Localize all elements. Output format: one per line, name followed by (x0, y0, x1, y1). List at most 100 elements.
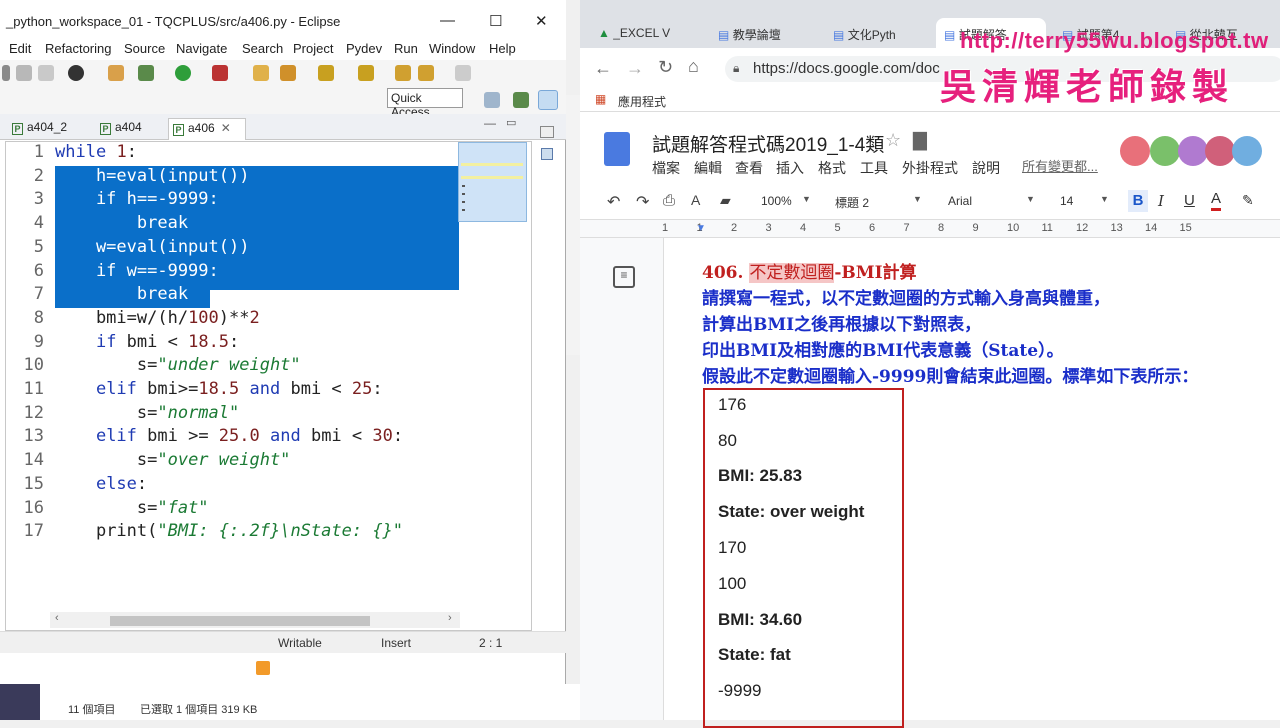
horizontal-scrollbar[interactable]: ‹ › (50, 612, 460, 628)
last-edit-icon[interactable] (395, 65, 411, 81)
last-edit-link[interactable]: 所有變更都... (1022, 156, 1098, 175)
scroll-left-icon[interactable]: ‹ (55, 612, 59, 624)
browser-tab-active[interactable]: ▤ 試題解答 (936, 18, 1046, 48)
save-all-icon[interactable] (38, 65, 54, 81)
back-icon[interactable] (418, 65, 434, 81)
code-line[interactable]: w=eval(input()) (55, 237, 250, 257)
forward-icon[interactable] (455, 65, 471, 81)
open-folder-icon[interactable] (253, 65, 269, 81)
code-line[interactable]: print("BMI: {:.2f}\nState: {}" (55, 521, 403, 541)
scroll-thumb[interactable] (110, 616, 370, 626)
code-line[interactable]: else: (55, 474, 147, 494)
minimize-button[interactable]: — (440, 12, 455, 29)
browser-tab[interactable]: ▤ 教學論壇 (718, 18, 781, 48)
code-line[interactable]: if w==-9999: (55, 261, 219, 281)
code-line[interactable]: break (55, 213, 188, 233)
undo-icon[interactable]: ↶ (607, 192, 620, 212)
minimize-view-icon[interactable]: — (484, 116, 496, 130)
menu-help[interactable]: 說明 (972, 158, 1000, 178)
open-perspective-icon[interactable] (484, 92, 500, 108)
text-color-button[interactable]: A (1211, 190, 1222, 211)
menu-window[interactable]: Window (429, 41, 475, 56)
code-editor[interactable]: 1 2 3 4 5 6 7 8 9 10 11 12 13 14 15 16 17 while 1: h=eva… (5, 141, 532, 631)
editor-overview-ruler[interactable] (458, 142, 527, 222)
font-select[interactable]: Arial (948, 194, 972, 208)
forward-icon[interactable]: → (626, 58, 644, 79)
apps-bookmark[interactable]: 應用程式 (618, 93, 666, 110)
code-line[interactable]: if h==-9999: (55, 189, 219, 209)
menu-project[interactable]: Project (293, 41, 333, 56)
doc-title[interactable]: 試題解答程式碼2019_1-4類 (652, 130, 884, 157)
underline-button[interactable]: U (1184, 192, 1195, 209)
rss-icon[interactable] (256, 661, 270, 675)
bold-button[interactable]: B (1128, 190, 1148, 212)
collaborator-avatar[interactable] (1232, 136, 1262, 166)
debug-icon[interactable] (138, 65, 154, 81)
restore-icon[interactable] (540, 126, 554, 138)
external-tools-icon[interactable] (212, 65, 228, 81)
prev-annotation-icon[interactable] (358, 65, 374, 81)
code-line[interactable]: while 1: (55, 142, 137, 162)
zoom-select[interactable]: 100% (761, 194, 792, 208)
collaborator-avatar[interactable] (1205, 136, 1235, 166)
run-icon[interactable] (175, 65, 191, 81)
next-annotation-icon[interactable] (318, 65, 334, 81)
menu-edit[interactable]: Edit (9, 41, 31, 56)
menu-view[interactable]: 查看 (735, 158, 763, 178)
apps-icon[interactable]: ▦ (595, 92, 606, 106)
style-select[interactable]: 標題 2 (835, 194, 869, 211)
browser-tab[interactable]: ▤ 文化Pyth (833, 18, 896, 48)
quick-access-field[interactable]: Quick Access (387, 88, 463, 119)
code-line[interactable]: elif bmi >= 25.0 and bmi < 30: (55, 426, 403, 446)
debug-perspective-icon[interactable] (513, 92, 529, 108)
font-size-select[interactable]: 14 (1060, 194, 1073, 208)
star-icon[interactable]: ☆ (885, 130, 901, 151)
outline-icon[interactable]: ≡ (613, 266, 635, 288)
scroll-right-icon[interactable]: › (448, 612, 452, 624)
home-icon[interactable]: ⌂ (688, 56, 699, 77)
menu-run[interactable]: Run (394, 41, 418, 56)
maximize-button[interactable]: ☐ (489, 12, 502, 30)
spellcheck-icon[interactable]: A (691, 192, 700, 208)
save-icon[interactable] (16, 65, 32, 81)
code-line[interactable]: s="fat" (55, 498, 209, 518)
close-button[interactable]: ✕ (535, 12, 548, 30)
collaborator-avatar[interactable] (1178, 136, 1208, 166)
menu-edit[interactable]: 編輯 (694, 158, 722, 178)
menu-insert[interactable]: 插入 (776, 158, 804, 178)
move-folder-icon[interactable]: ▇ (913, 130, 927, 151)
tab-a404_2[interactable]: Pa404_2 (8, 118, 71, 140)
browser-tab[interactable]: ▲ _EXCEL V (598, 18, 670, 48)
close-tab-icon[interactable]: ✕ (221, 121, 231, 135)
code-line[interactable]: s="over weight" (55, 450, 291, 470)
menu-tools[interactable]: 工具 (860, 158, 888, 178)
back-icon[interactable]: ← (594, 58, 612, 79)
code-line[interactable]: bmi=w/(h/100)**2 (55, 308, 260, 328)
reload-icon[interactable]: ↻ (658, 57, 673, 78)
menu-addons[interactable]: 外掛程式 (902, 158, 958, 178)
highlight-icon[interactable]: ✎ (1242, 192, 1254, 209)
package-icon[interactable] (108, 65, 124, 81)
menu-help[interactable]: Help (489, 41, 516, 56)
tab-a406[interactable]: Pa406 ✕ (168, 118, 246, 140)
code-line[interactable]: s="normal" (55, 403, 239, 423)
maximize-view-icon[interactable]: ▭ (506, 116, 516, 129)
print-icon[interactable]: ⎙ (663, 192, 675, 209)
outline-view-icon[interactable] (541, 148, 553, 160)
code-line[interactable]: elif bmi>=18.5 and bmi < 25: (55, 379, 383, 399)
url-bar[interactable]: 🔒︎ https://docs.google.com/doc (725, 56, 1280, 82)
menu-search[interactable]: Search (242, 41, 283, 56)
menu-navigate[interactable]: Navigate (176, 41, 227, 56)
tab-a404[interactable]: Pa404 (96, 118, 146, 140)
code-line[interactable]: s="under weight" (55, 355, 301, 375)
paint-format-icon[interactable]: ▰ (720, 192, 731, 209)
pydev-perspective-icon[interactable] (538, 90, 558, 110)
collaborator-avatar[interactable] (1150, 136, 1180, 166)
ruler[interactable]: 1 1 2 3 4 5 6 7 8 9 10 11 12 13 14 15 ▼ (580, 220, 1280, 238)
profile-icon[interactable] (68, 65, 84, 81)
code-line[interactable]: if bmi < 18.5: (55, 332, 239, 352)
menu-refactoring[interactable]: Refactoring (45, 41, 111, 56)
save-icon[interactable] (2, 65, 10, 81)
menu-source[interactable]: Source (124, 41, 165, 56)
code-line[interactable]: break (55, 284, 188, 304)
